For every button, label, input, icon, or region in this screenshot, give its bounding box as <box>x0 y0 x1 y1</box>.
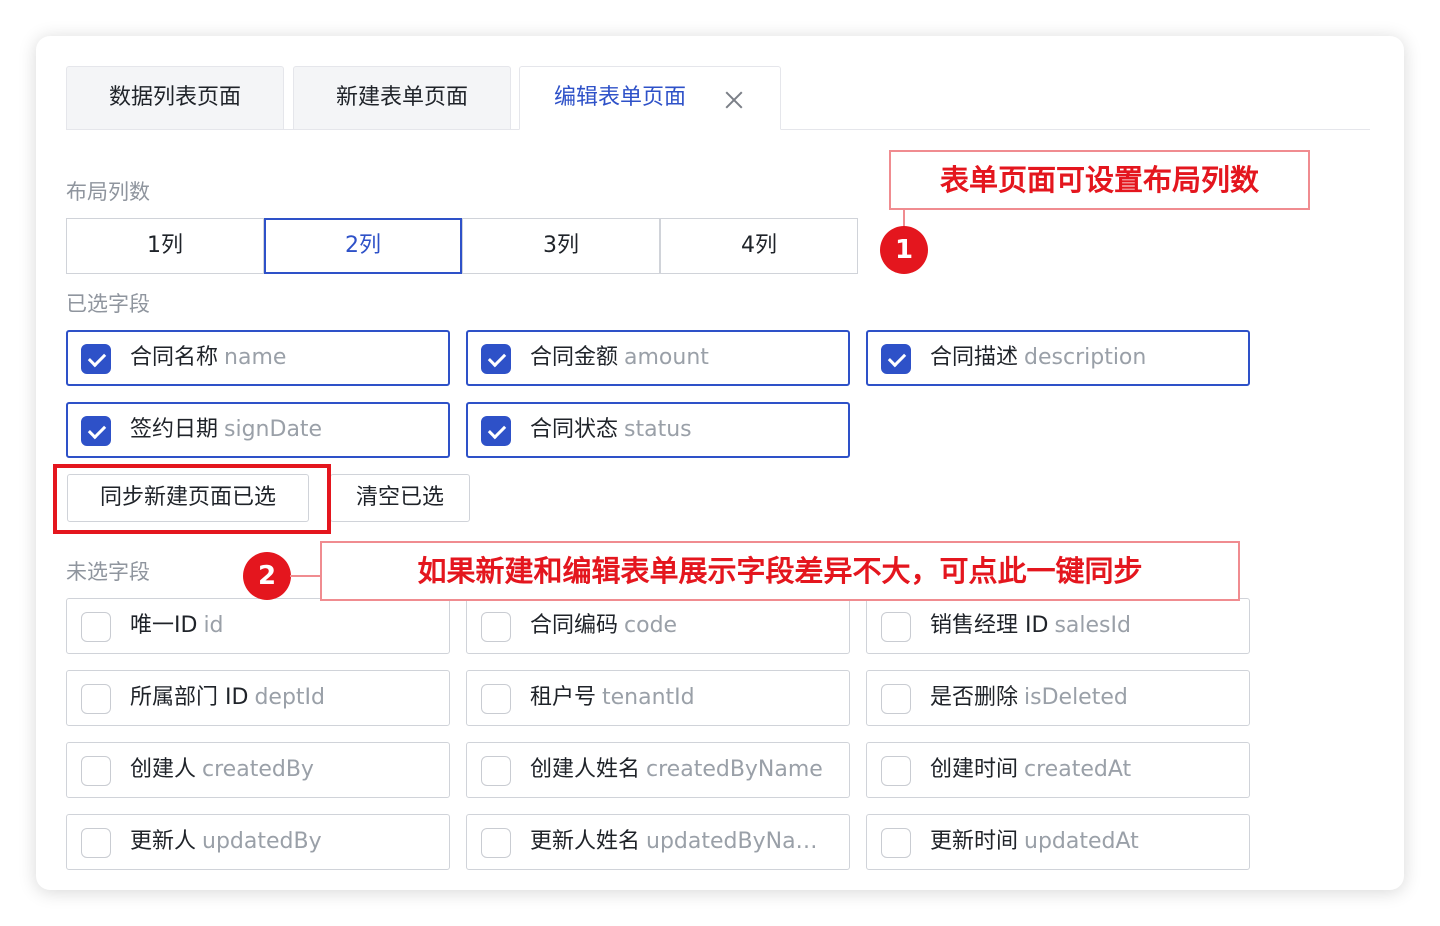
checkbox-icon[interactable] <box>481 612 511 642</box>
checkbox-icon[interactable] <box>881 684 911 714</box>
checkbox-icon[interactable] <box>881 612 911 642</box>
tab-create-form[interactable]: 新建表单页面 <box>293 66 511 129</box>
field-name: 租户号 <box>530 685 597 710</box>
page-tabs: 数据列表页面 新建表单页面 编辑表单页面 <box>66 66 1370 130</box>
field-key: description <box>1024 345 1147 370</box>
field-option[interactable]: 签约日期 signDate <box>66 402 450 458</box>
field-key: updatedAt <box>1024 829 1139 854</box>
field-option[interactable]: 更新时间 updatedAt <box>866 814 1250 870</box>
field-name: 创建人姓名 <box>530 757 641 782</box>
checkbox-checked-icon[interactable] <box>81 344 111 374</box>
field-key: name <box>224 345 287 370</box>
field-name: 创建人 <box>130 757 197 782</box>
layout-columns-label: 布局列数 <box>66 180 150 204</box>
field-key: status <box>624 417 692 442</box>
column-option-4[interactable]: 4列 <box>660 218 858 274</box>
checkbox-checked-icon[interactable] <box>481 416 511 446</box>
tab-label: 新建表单页面 <box>335 85 468 110</box>
field-name: 销售经理 ID <box>930 613 1049 638</box>
field-name: 签约日期 <box>130 417 219 442</box>
checkbox-icon[interactable] <box>881 756 911 786</box>
field-option[interactable]: 销售经理 ID salesId <box>866 598 1250 654</box>
field-option[interactable]: 更新人 updatedBy <box>66 814 450 870</box>
annotation-leader-2 <box>290 575 320 577</box>
field-option[interactable]: 是否删除 isDeleted <box>866 670 1250 726</box>
field-option[interactable]: 唯一ID id <box>66 598 450 654</box>
checkbox-icon[interactable] <box>81 756 111 786</box>
field-name: 合同状态 <box>530 417 619 442</box>
checkbox-icon[interactable] <box>481 828 511 858</box>
field-name: 唯一ID <box>130 613 198 638</box>
field-key: isDeleted <box>1024 685 1128 710</box>
field-option[interactable]: 合同金额 amount <box>466 330 850 386</box>
field-key: amount <box>624 345 709 370</box>
checkbox-checked-icon[interactable] <box>481 344 511 374</box>
field-option[interactable]: 所属部门 ID deptId <box>66 670 450 726</box>
field-key: createdAt <box>1024 757 1132 782</box>
field-name: 合同名称 <box>130 345 219 370</box>
tab-label: 编辑表单页面 <box>554 85 687 110</box>
field-name: 创建时间 <box>930 757 1019 782</box>
close-icon[interactable] <box>723 89 745 111</box>
annotation-badge-1: 1 <box>880 226 928 274</box>
column-option-1[interactable]: 1列 <box>66 218 264 274</box>
field-name: 合同金额 <box>530 345 619 370</box>
field-option[interactable]: 合同描述 description <box>866 330 1250 386</box>
field-option[interactable]: 创建人姓名 createdByName <box>466 742 850 798</box>
field-option[interactable]: 创建人 createdBy <box>66 742 450 798</box>
field-key: signDate <box>224 417 323 442</box>
field-key: deptId <box>254 685 325 710</box>
field-option[interactable]: 租户号 tenantId <box>466 670 850 726</box>
checkbox-checked-icon[interactable] <box>881 344 911 374</box>
checkbox-icon[interactable] <box>81 828 111 858</box>
annotation-badge-2: 2 <box>243 552 291 600</box>
layout-columns-selector: 1列 2列 3列 4列 <box>66 218 860 274</box>
checkbox-icon[interactable] <box>481 756 511 786</box>
tab-data-list[interactable]: 数据列表页面 <box>66 66 284 129</box>
field-name: 更新时间 <box>930 829 1019 854</box>
checkbox-icon[interactable] <box>881 828 911 858</box>
checkbox-icon[interactable] <box>481 684 511 714</box>
field-key: updatedBy <box>202 829 322 854</box>
field-option[interactable]: 更新人姓名 updatedByNa… <box>466 814 850 870</box>
checkbox-icon[interactable] <box>81 684 111 714</box>
tab-label: 数据列表页面 <box>108 85 241 110</box>
field-option[interactable]: 合同编码 code <box>466 598 850 654</box>
column-option-3[interactable]: 3列 <box>462 218 660 274</box>
field-key: createdBy <box>202 757 314 782</box>
field-option[interactable]: 创建时间 createdAt <box>866 742 1250 798</box>
field-key: code <box>624 613 678 638</box>
field-key: id <box>203 613 224 638</box>
field-key: salesId <box>1054 613 1131 638</box>
field-name: 更新人姓名 <box>530 829 641 854</box>
unselected-fields-label: 未选字段 <box>66 560 150 584</box>
field-name: 所属部门 ID <box>130 685 249 710</box>
field-name: 合同编码 <box>530 613 619 638</box>
checkbox-checked-icon[interactable] <box>81 416 111 446</box>
annotation-callout-1: 表单页面可设置布局列数 <box>889 150 1310 210</box>
annotation-callout-2: 如果新建和编辑表单展示字段差异不大，可点此一键同步 <box>320 541 1240 601</box>
column-option-2[interactable]: 2列 <box>264 218 462 274</box>
selected-fields-label: 已选字段 <box>66 292 150 316</box>
field-name: 合同描述 <box>930 345 1019 370</box>
annotation-highlight-box <box>53 464 331 534</box>
field-key: updatedByNa… <box>646 829 818 854</box>
field-option[interactable]: 合同名称 name <box>66 330 450 386</box>
field-key: tenantId <box>602 685 695 710</box>
field-name: 是否删除 <box>930 685 1019 710</box>
field-key: createdByName <box>646 757 823 782</box>
tab-edit-form[interactable]: 编辑表单页面 <box>519 66 781 130</box>
clear-selection-button[interactable]: 清空已选 <box>330 474 470 522</box>
checkbox-icon[interactable] <box>81 612 111 642</box>
field-name: 更新人 <box>130 829 197 854</box>
field-option[interactable]: 合同状态 status <box>466 402 850 458</box>
